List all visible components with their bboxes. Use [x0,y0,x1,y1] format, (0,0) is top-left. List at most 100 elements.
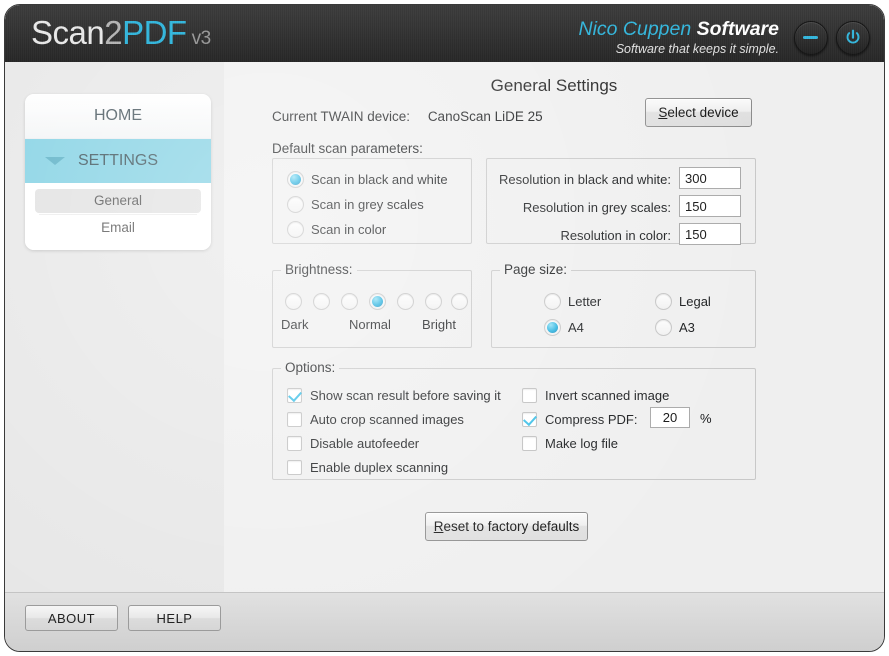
checkbox-disable-autofeeder[interactable]: Disable autofeeder [287,435,420,452]
brightness-label-bright: Bright [422,317,456,332]
sidebar-subitem-general[interactable]: General [35,189,201,213]
brand-name: Nico Cuppen Software [578,18,779,41]
checkbox-auto-crop-indicator[interactable] [287,412,302,428]
brightness-tick-7[interactable] [451,293,468,310]
brightness-label-dark: Dark [281,317,309,332]
radio-scan-grey[interactable]: Scan in grey scales [287,196,424,214]
radio-page-a3-label: A3 [679,320,695,336]
sidebar-subitems: General Email [25,183,211,250]
checkbox-enable-duplex-indicator[interactable] [287,460,302,476]
brightness-tick-3[interactable] [341,293,358,310]
power-button[interactable] [836,21,870,55]
radio-page-letter-label: Letter [568,294,602,310]
checkbox-compress-pdf[interactable]: Compress PDF: [522,411,637,428]
brightness-tick-1[interactable] [285,293,302,310]
application-window: Scan2PDF v3 Nico Cuppen Software Software… [4,4,885,652]
radio-scan-grey-indicator[interactable] [287,196,304,214]
help-button[interactable]: HELP [128,605,221,631]
radio-page-letter-indicator[interactable] [544,293,561,311]
brand-name-accent: Nico Cuppen [578,18,692,40]
resolution-bw-label: Resolution in black and white: [499,172,671,187]
checkbox-enable-duplex-label: Enable duplex scanning [310,460,449,476]
radio-page-legal-indicator[interactable] [655,293,672,311]
brand-tagline: Software that keeps it simple. [615,42,779,56]
checkbox-make-log-file[interactable]: Make log file [522,435,618,452]
resolution-color-input[interactable] [679,223,741,245]
brightness-legend: Brightness: [281,262,357,277]
radio-page-a3-indicator[interactable] [655,319,672,337]
logo-part-pdf: PDF [122,14,187,51]
footer-bar: ABOUT HELP [5,592,884,651]
scan-mode-group: Scan in black and white Scan in grey sca… [272,158,472,244]
body-area: HOME SETTINGS General Email General Sett… [5,62,884,595]
logo-version: v3 [191,28,212,49]
brightness-tick-4[interactable] [369,293,386,310]
sidebar: HOME SETTINGS General Email [5,62,225,595]
compress-percent-unit: % [700,411,712,426]
logo-part-two: 2 [104,14,123,51]
checkbox-auto-crop[interactable]: Auto crop scanned images [287,411,464,428]
content-panel: General Settings Current TWAIN device: C… [224,62,884,595]
brand-name-bold: Software [696,18,779,40]
checkbox-show-scan-result[interactable]: Show scan result before saving it [287,387,501,404]
checkbox-make-log-file-label: Make log file [545,436,618,452]
brightness-tick-2[interactable] [313,293,330,310]
radio-scan-bw[interactable]: Scan in black and white [287,171,448,189]
page-title: General Settings [490,76,618,95]
sidebar-item-home[interactable]: HOME [25,94,211,139]
brightness-label-normal: Normal [349,317,391,332]
checkbox-auto-crop-label: Auto crop scanned images [310,412,464,428]
checkbox-disable-autofeeder-label: Disable autofeeder [310,436,420,452]
resolution-bw-input[interactable] [679,167,741,189]
app-logo: Scan2PDF v3 [31,14,211,52]
sidebar-subitem-general-label: General [93,193,143,208]
checkbox-compress-pdf-indicator[interactable] [522,412,537,428]
reset-to-factory-defaults-button[interactable]: Reset to factory defaults [425,512,588,541]
logo-part-scan: Scan [31,14,105,51]
checkbox-show-scan-result-label: Show scan result before saving it [310,388,501,404]
resolution-group: Resolution in black and white: Resolutio… [486,158,756,245]
checkbox-show-scan-result-indicator[interactable] [287,388,302,404]
radio-scan-bw-indicator[interactable] [287,171,304,189]
radio-page-letter[interactable]: Letter [544,293,602,311]
resolution-color-label: Resolution in color: [560,228,671,243]
minimize-button[interactable] [794,21,828,55]
radio-scan-grey-label: Scan in grey scales [311,197,424,213]
options-group: Options: Show scan result before saving … [272,360,756,480]
brightness-tick-6[interactable] [425,293,442,310]
radio-page-a4-label: A4 [568,320,584,336]
radio-page-legal[interactable]: Legal [655,293,711,311]
reset-accel: R [433,519,444,534]
page-size-group: Page size: Letter Legal A4 A3 [491,262,756,348]
checkbox-disable-autofeeder-indicator[interactable] [287,436,302,452]
brightness-group: Brightness: Dark Normal Bright [272,262,472,348]
about-button[interactable]: ABOUT [25,605,118,631]
radio-scan-color[interactable]: Scan in color [287,221,387,239]
radio-page-a3[interactable]: A3 [655,319,695,337]
radio-scan-color-label: Scan in color [311,222,387,238]
twain-device-row: Current TWAIN device: CanoScan LiDE 25 [272,109,543,124]
checkbox-make-log-file-indicator[interactable] [522,436,537,452]
radio-scan-color-indicator[interactable] [287,221,304,239]
reset-rest: eset to factory defaults [443,519,580,534]
sidebar-subitem-email-label: Email [101,220,135,235]
checkbox-enable-duplex[interactable]: Enable duplex scanning [287,459,449,476]
select-device-button[interactable]: Select device [645,98,752,127]
compress-percent-input[interactable] [650,407,690,428]
checkbox-invert-image[interactable]: Invert scanned image [522,387,670,404]
sidebar-subitem-email[interactable]: Email [35,216,201,240]
sidebar-item-settings[interactable]: SETTINGS [25,139,211,183]
resolution-grey-input[interactable] [679,195,741,217]
brightness-tick-5[interactable] [397,293,414,310]
select-device-accel: S [658,105,668,120]
title-bar: Scan2PDF v3 Nico Cuppen Software Software… [5,5,884,62]
radio-page-a4[interactable]: A4 [544,319,584,337]
minimize-icon [803,36,818,39]
checkbox-invert-image-indicator[interactable] [522,388,537,404]
twain-device-label: Current TWAIN device: [272,109,411,124]
brand-block: Nico Cuppen Software Software that keeps… [578,18,779,56]
radio-page-legal-label: Legal [679,294,711,310]
radio-page-a4-indicator[interactable] [544,319,561,337]
checkbox-invert-image-label: Invert scanned image [545,388,670,404]
default-scan-parameters-caption: Default scan parameters: [272,141,423,156]
